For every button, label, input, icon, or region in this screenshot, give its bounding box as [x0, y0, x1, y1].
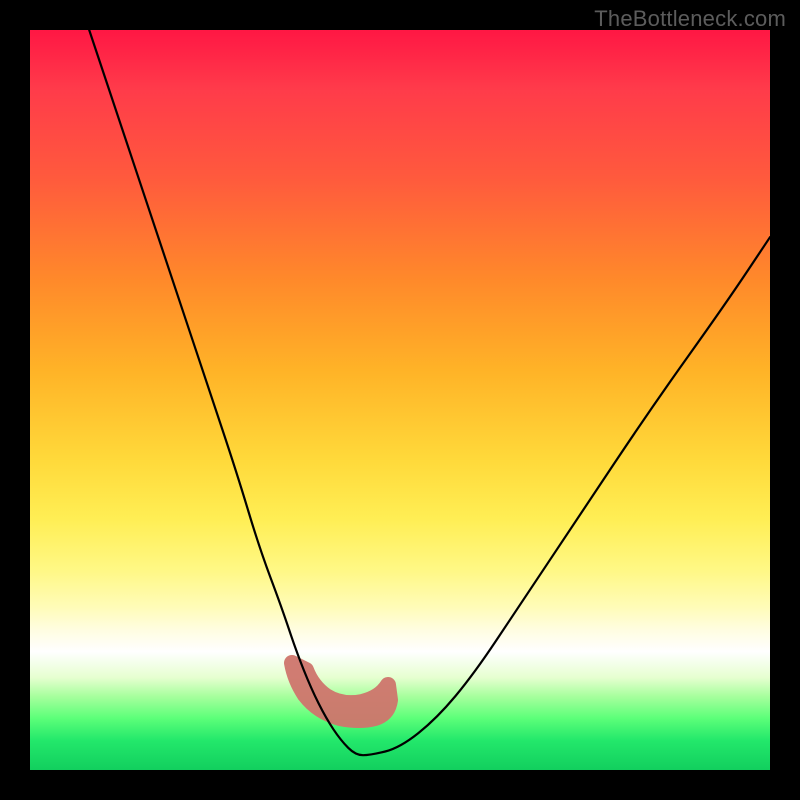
curve-layer [30, 30, 770, 770]
watermark-label: TheBottleneck.com [594, 6, 786, 32]
optimal-zone-marker [292, 663, 390, 720]
plot-area [30, 30, 770, 770]
chart-frame: TheBottleneck.com [0, 0, 800, 800]
bottleneck-curve [89, 30, 770, 755]
